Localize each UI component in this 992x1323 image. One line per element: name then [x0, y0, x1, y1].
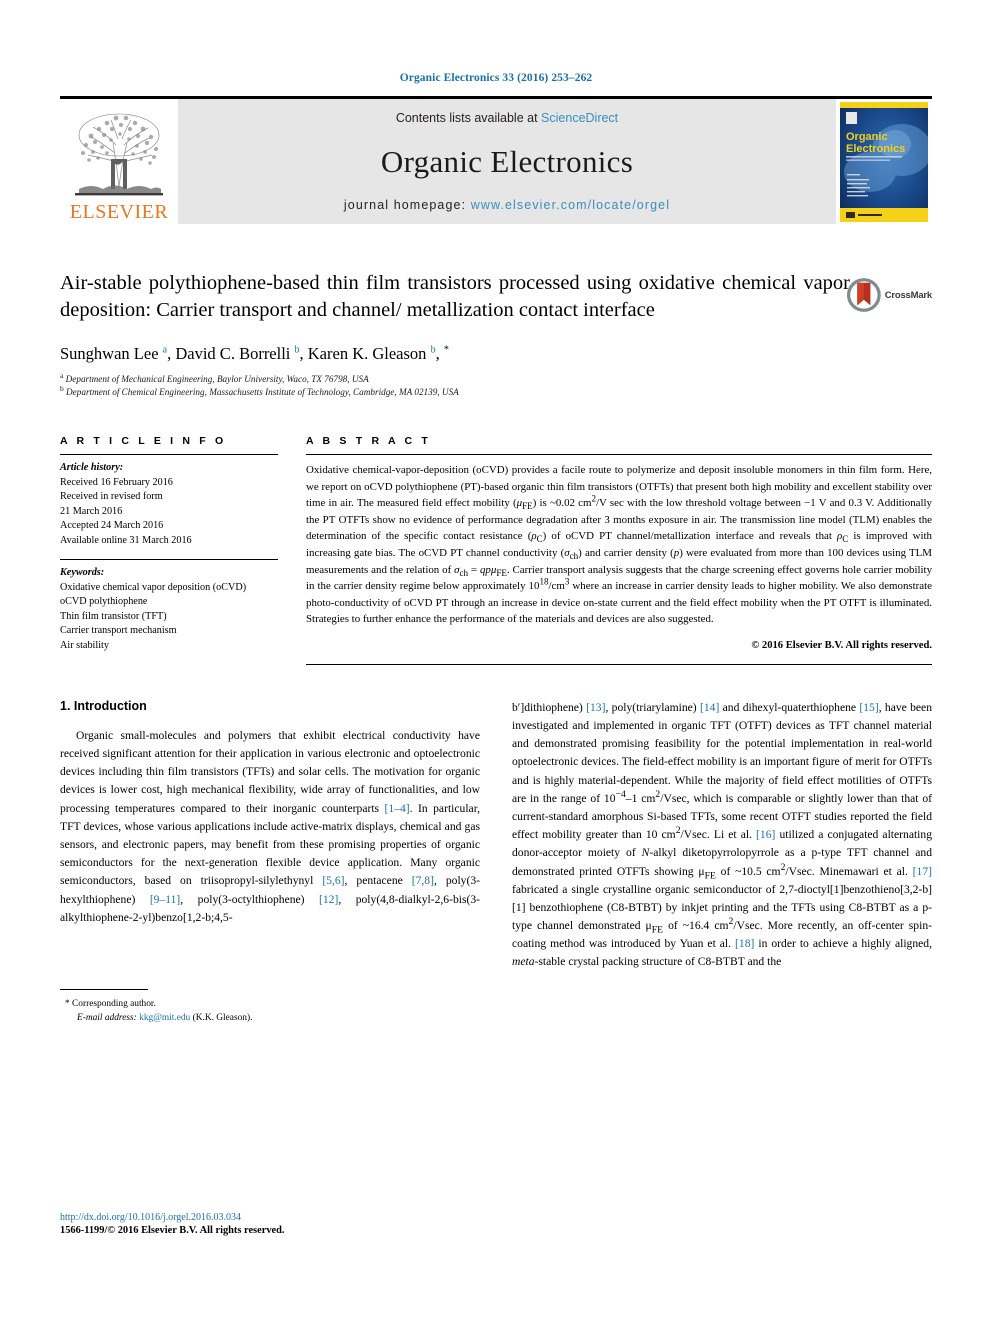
keyword-item: Air stability	[60, 639, 109, 651]
journal-cover-thumbnail: Organic Electronics	[836, 99, 932, 224]
affiliations-block: a Department of Mechanical Engineering, …	[60, 370, 932, 400]
journal-cover-icon: Organic Electronics	[840, 101, 928, 222]
article-info-heading: A R T I C L E I N F O	[60, 435, 227, 448]
email-note: E-mail address: kkg@mit.edu (K.K. Gleaso…	[60, 1011, 480, 1025]
citation-5-6[interactable]: [5,6]	[322, 874, 344, 887]
citation-13[interactable]: [13]	[586, 701, 605, 714]
citation-17[interactable]: [17]	[913, 865, 932, 878]
issn-copyright-line: 1566-1199/© 2016 Elsevier B.V. All right…	[60, 1225, 285, 1236]
body-column-left: 1. Introduction Organic small-molecules …	[60, 699, 480, 1025]
homepage-prefix: journal homepage:	[343, 198, 467, 212]
history-item: Accepted 24 March 2016	[60, 520, 164, 532]
body-column-right: b′]dithiophene) [13], poly(triarylamine)…	[512, 699, 932, 1025]
abstract-copyright: © 2016 Elsevier B.V. All rights reserved…	[751, 639, 932, 651]
sciencedirect-link[interactable]: ScienceDirect	[541, 111, 618, 125]
author-affil-marker-b: b	[294, 344, 300, 355]
journal-masthead: ELSEVIER Contents lists available at Sci…	[60, 96, 932, 224]
email-address-link[interactable]: kkg@mit.edu	[139, 1013, 190, 1023]
author-list: Sunghwan Lee a, David C. Borrelli b, Kar…	[60, 343, 449, 363]
crossmark-label: CrossMark	[884, 289, 933, 301]
journal-article-page: Organic Electronics 33 (2016) 253–262 EL…	[0, 0, 992, 1323]
author-affil-marker-a: a	[162, 344, 168, 355]
history-item: Available online 31 March 2016	[60, 534, 192, 546]
intro-paragraph-right: b′]dithiophene) [13], poly(triarylamine)…	[512, 700, 933, 969]
citation-15[interactable]: [15]	[859, 701, 878, 714]
corresponding-author-note: * Corresponding author.	[60, 997, 480, 1011]
keyword-item: oCVD polythiophene	[60, 596, 148, 608]
history-item: Received 16 February 2016	[60, 476, 173, 488]
elsevier-wordmark: ELSEVIER	[69, 201, 169, 223]
article-info-column: A R T I C L E I N F O Article history: R…	[60, 435, 278, 665]
article-history-block: Article history: Received 16 February 20…	[60, 455, 278, 559]
title-block: Air-stable polythiophene-based thin film…	[60, 270, 932, 399]
intro-paragraph-left: Organic small-molecules and polymers tha…	[60, 728, 480, 924]
abstract-column: A B S T R A C T Oxidative chemical-vapor…	[306, 435, 932, 665]
email-address-label: E-mail address:	[77, 1012, 137, 1023]
corresponding-author-marker: *	[443, 344, 449, 355]
citation-12[interactable]: [12]	[319, 893, 338, 906]
page-footer: http://dx.doi.org/10.1016/j.orgel.2016.0…	[60, 1212, 285, 1236]
keyword-item: Oxidative chemical vapor deposition (oCV…	[60, 581, 247, 593]
keyword-item: Thin film transistor (TFT)	[60, 610, 167, 622]
elsevier-logo: ELSEVIER	[60, 99, 178, 224]
citation-7-8[interactable]: [7,8]	[412, 874, 434, 887]
section-heading-introduction: 1. Introduction	[60, 698, 147, 713]
running-head: Organic Electronics 33 (2016) 253–262	[399, 72, 593, 84]
crossmark-icon	[846, 278, 881, 312]
citation-1-4[interactable]: [1–4]	[385, 802, 410, 815]
svg-text:Organic: Organic	[846, 131, 888, 143]
footnote-block: * Corresponding author. E-mail address: …	[60, 988, 480, 1025]
journal-homepage-line: journal homepage: www.elsevier.com/locat…	[344, 198, 670, 212]
affiliation-b: b Department of Chemical Engineering, Ma…	[60, 383, 459, 397]
citation-16[interactable]: [16]	[756, 828, 775, 841]
article-body: 1. Introduction Organic small-molecules …	[60, 699, 932, 1025]
keywords-block: Keywords: Oxidative chemical vapor depos…	[60, 560, 278, 653]
author-affil-marker-b2: b	[430, 344, 436, 355]
citation-14[interactable]: [14]	[700, 701, 719, 714]
crossmark-badge[interactable]: CrossMark	[846, 272, 932, 318]
history-item: Received in revised form	[60, 491, 163, 503]
abstract-text: Oxidative chemical-vapor-deposition (oCV…	[306, 464, 933, 626]
contents-prefix: Contents lists available at	[395, 111, 538, 125]
masthead-center: Contents lists available at ScienceDirec…	[178, 99, 836, 224]
abstract-rule-bottom	[306, 663, 932, 665]
homepage-url-link[interactable]: www.elsevier.com/locate/orgel	[471, 198, 670, 212]
svg-text:Electronics: Electronics	[846, 143, 905, 155]
email-owner: (K.K. Gleason).	[192, 1012, 253, 1023]
info-abstract-section: A R T I C L E I N F O Article history: R…	[60, 435, 932, 665]
corresponding-author-label: Corresponding author.	[72, 998, 156, 1009]
page-title: Air-stable polythiophene-based thin film…	[60, 272, 850, 322]
article-history-label: Article history:	[60, 462, 124, 474]
abstract-heading: A B S T R A C T	[306, 435, 431, 448]
keyword-item: Carrier transport mechanism	[60, 625, 177, 637]
elsevier-tree-icon	[75, 113, 163, 196]
affiliation-b-text: Department of Chemical Engineering, Mass…	[66, 386, 459, 397]
asterisk-icon: *	[65, 998, 70, 1009]
contents-available-line: Contents lists available at ScienceDirec…	[396, 111, 618, 125]
affiliation-a-text: Department of Mechanical Engineering, Ba…	[65, 373, 369, 384]
citation-18[interactable]: [18]	[735, 937, 754, 950]
footnote-divider	[60, 988, 148, 990]
keywords-label: Keywords:	[60, 567, 105, 579]
affiliation-a: a Department of Mechanical Engineering, …	[60, 370, 369, 384]
doi-link[interactable]: http://dx.doi.org/10.1016/j.orgel.2016.0…	[60, 1212, 285, 1223]
history-item: 21 March 2016	[60, 505, 123, 517]
journal-title: Organic Electronics	[380, 143, 634, 179]
citation-9-11[interactable]: [9–11]	[150, 893, 180, 906]
